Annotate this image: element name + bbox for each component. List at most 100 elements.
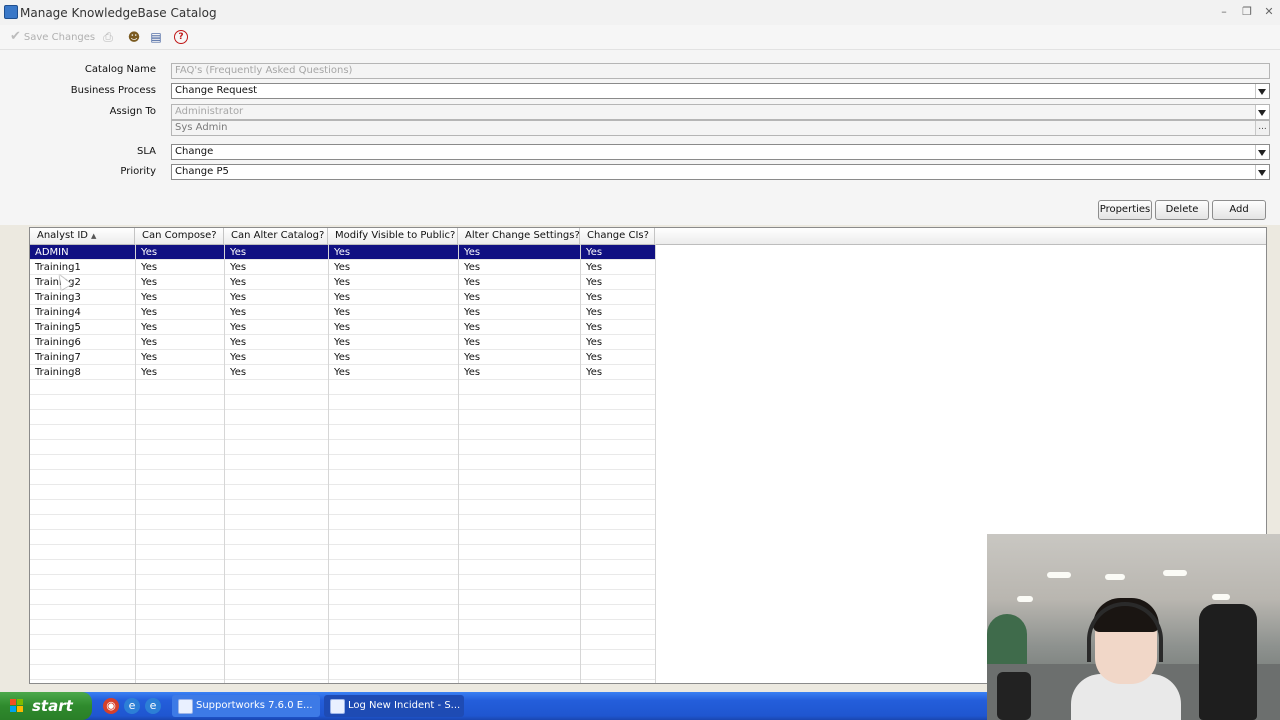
table-row[interactable]: Training5 Yes Yes Yes Yes Yes bbox=[30, 320, 655, 335]
chair bbox=[997, 672, 1031, 720]
help-icon[interactable]: ? bbox=[174, 30, 188, 44]
assign-to-user-field[interactable]: Sys Admin... bbox=[171, 120, 1270, 136]
cell-modify-visible: Yes bbox=[334, 337, 351, 348]
minimize-icon[interactable]: – bbox=[1216, 4, 1232, 20]
grid-line bbox=[30, 574, 655, 575]
cell-alter-change-settings: Yes bbox=[464, 292, 481, 303]
cell-change-cis: Yes bbox=[586, 262, 603, 273]
catalog-form: Catalog Name FAQ's (Frequently Asked Que… bbox=[0, 50, 1280, 225]
column-header-can-compose[interactable]: Can Compose? bbox=[135, 228, 224, 244]
cell-modify-visible: Yes bbox=[334, 292, 351, 303]
column-separator bbox=[458, 244, 459, 683]
cell-modify-visible: Yes bbox=[334, 322, 351, 333]
table-row[interactable]: Training3 Yes Yes Yes Yes Yes bbox=[30, 290, 655, 305]
ie-icon[interactable]: e bbox=[124, 698, 140, 714]
ie-icon[interactable]: e bbox=[145, 698, 161, 714]
column-header-modify-visible[interactable]: Modify Visible to Public? bbox=[328, 228, 458, 244]
cell-can-compose: Yes bbox=[141, 247, 158, 258]
business-process-value: Change Request bbox=[175, 85, 258, 96]
grid-line bbox=[30, 529, 655, 530]
cell-alter-change-settings: Yes bbox=[464, 277, 481, 288]
print-icon[interactable]: ⎙ bbox=[100, 29, 116, 45]
column-header-can-alter-catalog[interactable]: Can Alter Catalog? bbox=[224, 228, 328, 244]
cell-can-alter-catalog: Yes bbox=[230, 247, 247, 258]
window-title: Manage KnowledgeBase Catalog bbox=[20, 6, 217, 20]
ceiling-light bbox=[1047, 572, 1071, 578]
title-bar: Manage KnowledgeBase Catalog – ❐ ✕ bbox=[0, 0, 1280, 26]
cell-alter-change-settings: Yes bbox=[464, 337, 481, 348]
column-header-change-cis[interactable]: Change CIs? bbox=[580, 228, 655, 244]
chevron-down-icon[interactable] bbox=[1255, 84, 1269, 98]
table-row[interactable]: Training6 Yes Yes Yes Yes Yes bbox=[30, 335, 655, 350]
cell-change-cis: Yes bbox=[586, 352, 603, 363]
start-label: start bbox=[32, 697, 73, 715]
grid-line bbox=[30, 349, 655, 350]
grid-line bbox=[30, 259, 655, 260]
cell-modify-visible: Yes bbox=[334, 277, 351, 288]
chevron-down-icon[interactable] bbox=[1255, 165, 1269, 179]
windows-logo-icon bbox=[10, 699, 24, 713]
coat bbox=[1199, 604, 1257, 720]
save-changes-label: Save Changes bbox=[23, 32, 96, 43]
business-process-select[interactable]: Change Request bbox=[171, 83, 1270, 99]
grid-line bbox=[30, 274, 655, 275]
properties-button[interactable]: Properties bbox=[1098, 200, 1152, 220]
checkmark-icon: ✔ bbox=[10, 29, 21, 44]
table-row[interactable]: Training7 Yes Yes Yes Yes Yes bbox=[30, 350, 655, 365]
grid-line bbox=[30, 559, 655, 560]
column-header-alter-change-settings[interactable]: Alter Change Settings? bbox=[458, 228, 580, 244]
grid-line bbox=[30, 409, 655, 410]
grid-line bbox=[30, 289, 655, 290]
users-icon[interactable]: ☻ bbox=[126, 29, 142, 45]
table-row[interactable]: Training4 Yes Yes Yes Yes Yes bbox=[30, 305, 655, 320]
column-header-label: Analyst ID bbox=[37, 230, 88, 241]
catalog-name-value: FAQ's (Frequently Asked Questions) bbox=[175, 65, 353, 76]
toolbar: ✔ Save Changes ⎙ ☻ ▤ ? bbox=[0, 25, 1280, 50]
browse-button[interactable]: ... bbox=[1255, 121, 1269, 135]
priority-select[interactable]: Change P5 bbox=[171, 164, 1270, 180]
cell-can-compose: Yes bbox=[141, 337, 158, 348]
sla-select[interactable]: Change bbox=[171, 144, 1270, 160]
table-row[interactable]: ADMIN Yes Yes Yes Yes Yes bbox=[30, 245, 655, 260]
table-header: Analyst ID ▲ Can Compose? Can Alter Catal… bbox=[30, 228, 1266, 245]
table-row[interactable]: Training8 Yes Yes Yes Yes Yes bbox=[30, 365, 655, 380]
table-row[interactable]: Training1 Yes Yes Yes Yes Yes bbox=[30, 260, 655, 275]
add-button[interactable]: Add bbox=[1212, 200, 1266, 220]
cell-can-alter-catalog: Yes bbox=[230, 292, 247, 303]
cell-change-cis: Yes bbox=[586, 367, 603, 378]
cell-can-compose: Yes bbox=[141, 292, 158, 303]
grid-line bbox=[30, 379, 655, 380]
column-separator bbox=[580, 244, 581, 683]
task-supportworks[interactable]: Supportworks 7.6.0 E... bbox=[172, 695, 320, 717]
grid-line bbox=[30, 649, 655, 650]
task-log-new-incident[interactable]: Log New Incident - S... bbox=[324, 695, 464, 717]
cell-can-compose: Yes bbox=[141, 262, 158, 273]
column-header-analyst-id[interactable]: Analyst ID ▲ bbox=[30, 228, 135, 244]
chrome-icon[interactable]: ◉ bbox=[103, 698, 119, 714]
cell-can-compose: Yes bbox=[141, 367, 158, 378]
cell-alter-change-settings: Yes bbox=[464, 247, 481, 258]
cell-can-alter-catalog: Yes bbox=[230, 262, 247, 273]
cell-analyst-id: ADMIN bbox=[35, 247, 69, 258]
grid-line bbox=[30, 664, 655, 665]
select-icon[interactable]: ▤ bbox=[148, 29, 164, 45]
delete-button[interactable]: Delete bbox=[1155, 200, 1209, 220]
start-button[interactable]: start bbox=[0, 692, 92, 720]
cell-can-compose: Yes bbox=[141, 352, 158, 363]
cell-change-cis: Yes bbox=[586, 307, 603, 318]
sla-label: SLA bbox=[137, 146, 156, 157]
chevron-down-icon[interactable] bbox=[1255, 105, 1269, 119]
grid-line bbox=[30, 334, 655, 335]
grid-line bbox=[30, 499, 655, 500]
column-separator bbox=[328, 244, 329, 683]
cell-modify-visible: Yes bbox=[334, 247, 351, 258]
ceiling-light bbox=[1017, 596, 1033, 602]
grid-line bbox=[30, 679, 655, 680]
chevron-down-icon[interactable] bbox=[1255, 145, 1269, 159]
save-changes-button[interactable]: ✔ Save Changes bbox=[10, 29, 95, 45]
restore-icon[interactable]: ❐ bbox=[1239, 4, 1255, 20]
table-row[interactable]: Training2 Yes Yes Yes Yes Yes bbox=[30, 275, 655, 290]
close-icon[interactable]: ✕ bbox=[1261, 4, 1277, 20]
assign-to-group-select[interactable]: Administrator bbox=[171, 104, 1270, 120]
grid-line bbox=[30, 394, 655, 395]
